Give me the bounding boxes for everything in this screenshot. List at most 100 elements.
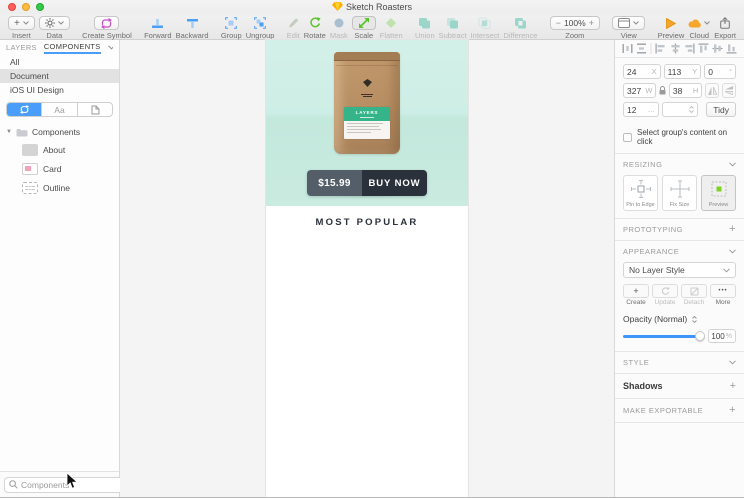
checkbox[interactable]	[623, 133, 632, 142]
segment-text-styles[interactable]: Aa	[42, 103, 77, 116]
y-field[interactable]: Y	[664, 64, 702, 79]
align-bottom-icon[interactable]	[726, 43, 737, 54]
toolbar-edit: Edit	[287, 16, 300, 40]
toolbar-view[interactable]: View	[612, 16, 645, 40]
toolbar-ungroup[interactable]: Ungroup	[246, 16, 275, 40]
toolbar-cloud[interactable]: Cloud	[688, 16, 710, 40]
add-export-icon[interactable]: +	[729, 407, 736, 414]
component-item-outline[interactable]: Outline	[22, 182, 113, 194]
segment-symbols[interactable]	[7, 103, 42, 116]
chevron-down-icon	[704, 21, 710, 25]
layer-style-dropdown[interactable]: No Layer Style	[623, 262, 736, 278]
opacity-value-field[interactable]: 100 %	[708, 329, 736, 343]
resize-preview[interactable]: Preview	[701, 175, 736, 211]
toolbar-backward[interactable]: Backward	[176, 16, 209, 40]
artboard[interactable]: LAYERS $15.99 BUY NOW	[266, 40, 468, 497]
disclosure-triangle-icon[interactable]: ▼	[6, 129, 12, 135]
width-field[interactable]: W	[623, 83, 656, 98]
add-icon[interactable]: +	[729, 226, 736, 233]
detach-icon	[690, 287, 699, 296]
flip-horizontal-button[interactable]	[705, 83, 719, 98]
create-style-button[interactable]: +	[623, 284, 649, 298]
share-icon	[720, 17, 730, 29]
chevron-down-icon	[23, 21, 29, 25]
search-input[interactable]	[21, 480, 132, 490]
tab-components[interactable]: COMPONENTS	[44, 42, 101, 54]
most-popular-heading[interactable]: MOST POPULAR	[266, 217, 468, 228]
more-styles-button[interactable]: •••	[710, 284, 736, 298]
empty-stepper-field[interactable]	[662, 102, 698, 117]
plus-icon: +	[14, 18, 20, 29]
slider-thumb[interactable]	[695, 331, 705, 341]
align-middle-vertical-icon[interactable]	[712, 43, 723, 54]
filter-document[interactable]: Document	[0, 69, 119, 83]
bag-label-fineprint	[344, 121, 390, 139]
toolbar-create-symbol[interactable]: Create Symbol	[82, 16, 132, 40]
coffee-bag-image[interactable]: LAYERS	[334, 52, 400, 154]
appearance-header[interactable]: APPEARANCE	[615, 241, 744, 262]
tab-layers[interactable]: LAYERS	[6, 43, 37, 52]
filter-all[interactable]: All	[0, 55, 119, 69]
style-action-buttons: + Create Update Detach ••• More	[615, 284, 744, 312]
divider	[650, 43, 652, 54]
tidy-button[interactable]: Tidy	[706, 102, 736, 117]
opacity-header: Opacity (Normal)	[615, 312, 744, 327]
symbol-icon	[19, 105, 30, 114]
add-shadow-icon[interactable]: +	[730, 383, 736, 390]
toolbar-insert[interactable]: + Insert	[8, 16, 35, 40]
price-buy-button[interactable]: $15.99 BUY NOW	[307, 170, 427, 196]
make-exportable-section[interactable]: MAKE EXPORTABLE +	[615, 399, 744, 423]
component-item-card[interactable]: Card	[22, 163, 113, 175]
prototyping-header[interactable]: PROTOTYPING +	[615, 219, 744, 241]
bag-crimp	[334, 52, 400, 61]
tree-group-components[interactable]: ▼ Components	[6, 127, 113, 137]
components-tree: ▼ Components About Card Outline	[0, 121, 119, 200]
toolbar-preview[interactable]: Preview	[658, 16, 685, 40]
blend-mode-stepper[interactable]	[692, 316, 697, 323]
segment-layer-styles[interactable]	[78, 103, 112, 116]
buy-now-segment[interactable]: BUY NOW	[362, 170, 427, 196]
distribute-horizontally-icon[interactable]	[622, 43, 633, 54]
toolbar-export[interactable]: Export	[714, 16, 736, 40]
components-search-field[interactable]	[4, 477, 137, 493]
align-right-icon[interactable]	[684, 43, 695, 54]
component-thumbnail	[22, 163, 38, 175]
resize-pin-to-edge[interactable]: Pin to Edge	[623, 175, 658, 211]
align-center-horizontal-icon[interactable]	[670, 43, 681, 54]
resizing-header[interactable]: RESIZING	[615, 154, 744, 175]
align-top-icon[interactable]	[698, 43, 709, 54]
hero-section[interactable]: LAYERS $15.99 BUY NOW	[266, 40, 468, 206]
opacity-slider[interactable]	[623, 335, 703, 338]
edit-pencil-icon	[287, 17, 299, 29]
flip-horizontal-icon	[708, 87, 717, 95]
x-field[interactable]: X	[623, 64, 661, 79]
toolbar-group[interactable]: Group	[221, 16, 242, 40]
toolbar-rotate[interactable]: Rotate	[304, 16, 326, 40]
style-header[interactable]: STYLE	[615, 352, 744, 374]
zoom-level: 100%	[564, 18, 586, 28]
zoom-out-button[interactable]: −	[556, 18, 561, 28]
filter-ios-ui-design[interactable]: iOS UI Design	[0, 83, 119, 97]
lock-ratio-icon[interactable]	[659, 86, 665, 95]
symbol-icon	[100, 18, 113, 29]
left-sidebar: LAYERS COMPONENTS All Document iOS UI De…	[0, 40, 120, 497]
distribute-vertically-icon[interactable]	[636, 43, 647, 54]
zoom-in-button[interactable]: +	[589, 18, 594, 28]
toolbar: + Insert Data Create Symbol Forward Back…	[0, 14, 744, 40]
toolbar-data[interactable]: Data	[39, 16, 70, 40]
stepper-icon[interactable]	[689, 106, 694, 113]
toolbar-forward[interactable]: Forward	[144, 16, 172, 40]
chevron-down-icon[interactable]	[108, 45, 113, 50]
toolbar-scale[interactable]: Scale	[352, 16, 376, 40]
height-field[interactable]: H	[669, 83, 702, 98]
toolbar-zoom: − 100% + Zoom	[550, 16, 600, 40]
opacity-control: 100 %	[615, 327, 744, 352]
component-item-about[interactable]: About	[22, 144, 113, 156]
shadows-section[interactable]: Shadows +	[615, 374, 744, 399]
align-left-icon[interactable]	[655, 43, 666, 54]
flip-vertical-button[interactable]	[722, 83, 736, 98]
canvas[interactable]: LAYERS $15.99 BUY NOW	[120, 40, 614, 497]
corner-radius-field[interactable]: …	[623, 102, 659, 117]
rotation-field[interactable]: °	[704, 64, 736, 79]
resize-fix-size[interactable]: Fix Size	[662, 175, 697, 211]
